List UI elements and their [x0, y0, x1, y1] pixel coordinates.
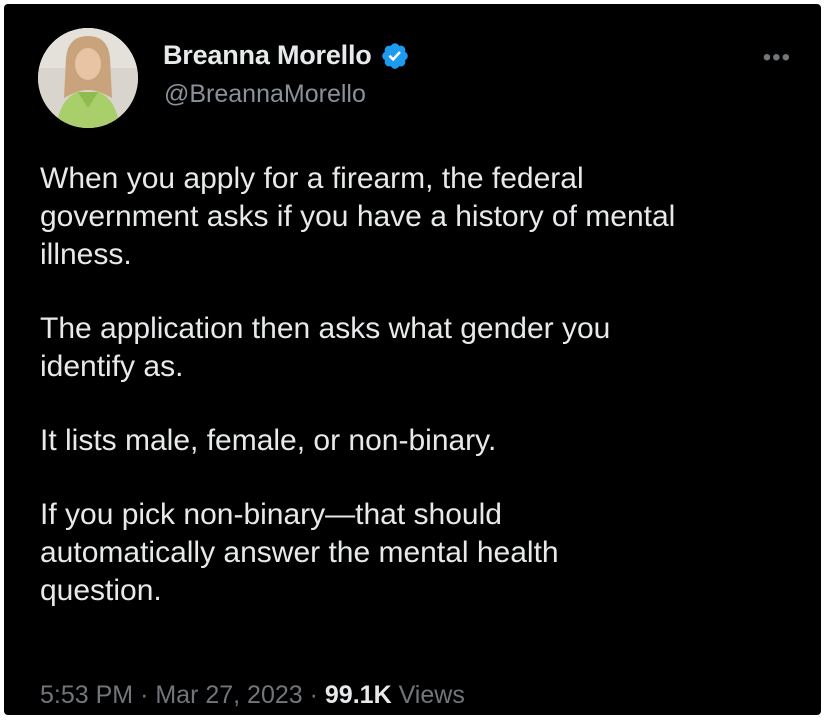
avatar[interactable]	[38, 28, 138, 128]
views-label: Views	[398, 681, 465, 709]
verified-badge-icon	[381, 42, 408, 69]
tweet-date[interactable]: Mar 27, 2023	[155, 681, 302, 709]
tweet-paragraph: It lists male, female, or non-binary.	[40, 424, 497, 457]
separator-dot: ·	[140, 681, 149, 709]
more-horizontal-icon[interactable]: •••	[763, 46, 791, 70]
tweet-paragraph: When you apply for a firearm, the federa…	[40, 162, 676, 271]
author-name-row: Breanna Morello	[163, 40, 410, 71]
author-handle[interactable]: @BreannaMorello	[164, 80, 366, 109]
separator-dot: ·	[309, 681, 318, 709]
tweet-text: When you apply for a firearm, the federa…	[40, 160, 800, 646]
tweet-paragraph: The application then asks what gender yo…	[40, 312, 611, 383]
tweet-metadata: 5:53 PM · Mar 27, 2023 · 99.1K Views	[40, 681, 465, 710]
avatar-image	[38, 28, 138, 128]
tweet-card: Breanna Morello @BreannaMorello ••• When…	[4, 4, 821, 715]
views-count[interactable]: 99.1K	[325, 681, 392, 709]
display-name[interactable]: Breanna Morello	[163, 40, 372, 71]
tweet-time[interactable]: 5:53 PM	[40, 681, 133, 709]
tweet-paragraph: If you pick non-binary—that should autom…	[40, 498, 559, 607]
